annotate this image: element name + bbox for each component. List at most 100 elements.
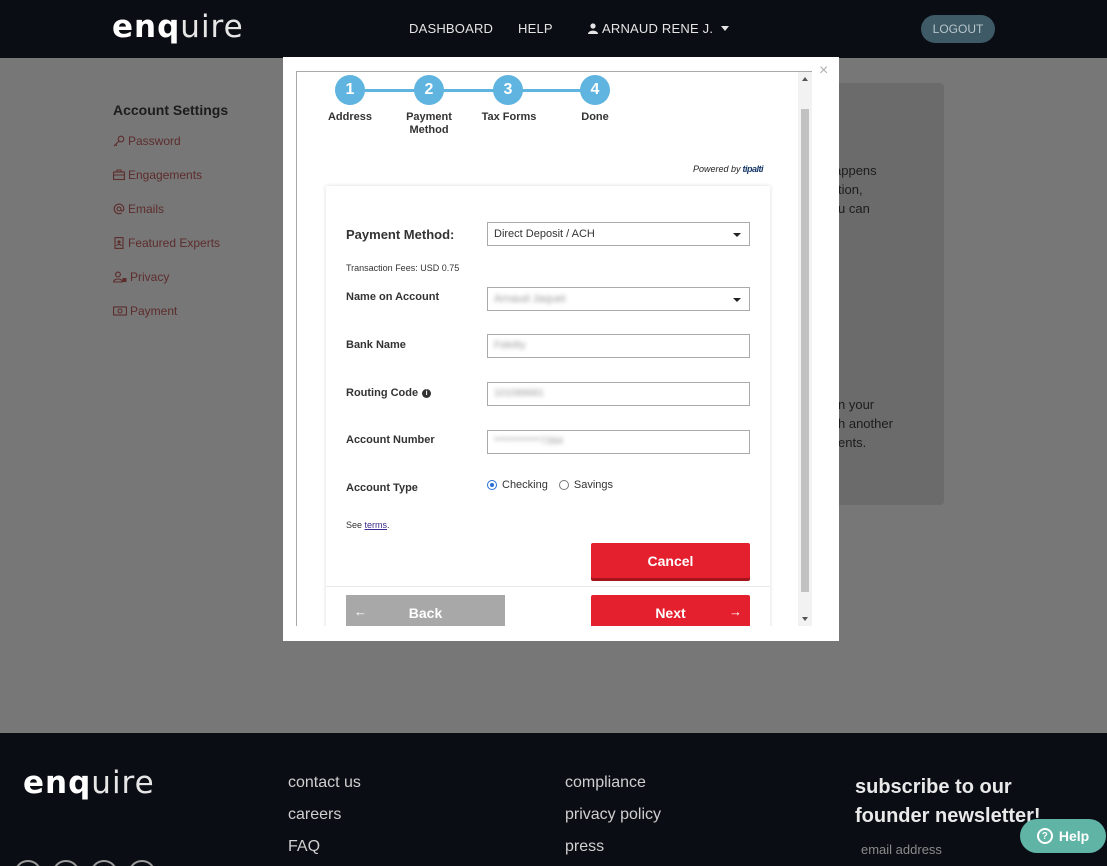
nav-help-link[interactable]: HELP — [518, 21, 553, 36]
help-chat-button[interactable]: ? Help — [1020, 819, 1106, 853]
social-icon[interactable] — [90, 860, 118, 866]
account-settings-title: Account Settings — [113, 102, 229, 118]
at-icon — [113, 203, 125, 215]
sidebar-item-privacy[interactable]: Privacy — [113, 270, 169, 284]
info-card-text: ents. — [838, 435, 867, 450]
user-menu[interactable]: ARNAUD RENE J. — [588, 21, 730, 36]
see-text: See — [346, 520, 363, 530]
logout-button[interactable]: LOGOUT — [921, 15, 995, 43]
sidebar-item-label: Password — [128, 134, 181, 148]
footer-link-press[interactable]: press — [565, 838, 604, 856]
badge-icon — [114, 237, 124, 249]
cancel-button[interactable]: Cancel — [591, 543, 750, 578]
payment-method-select[interactable]: Direct Deposit / ACH — [487, 222, 750, 246]
sidebar-item-featured-experts[interactable]: Featured Experts — [113, 236, 220, 250]
info-card-text: u can — [838, 201, 870, 216]
user-name: ARNAUD RENE J. — [602, 21, 714, 36]
sidebar-item-label: Featured Experts — [128, 236, 221, 250]
step-4-label: Done — [581, 111, 609, 123]
stepper-line — [350, 89, 595, 92]
nav-dashboard-link[interactable]: DASHBOARD — [409, 21, 493, 36]
account-number-input[interactable]: ************7394 — [487, 430, 750, 454]
bank-name-input[interactable]: Fidelity — [487, 334, 750, 358]
step-4-circle: 4 — [580, 75, 610, 105]
name-on-account-select[interactable]: Arnaud Jaquet — [487, 287, 750, 311]
sidebar-item-label: Payment — [130, 304, 178, 318]
social-icon[interactable] — [128, 860, 156, 866]
top-navbar: enquire DASHBOARD HELP ARNAUD RENE J. LO… — [0, 0, 1107, 58]
arrow-right-icon: → — [729, 604, 742, 619]
question-icon: ? — [1036, 828, 1053, 844]
sidebar-item-label: Engagements — [128, 168, 203, 182]
user-icon — [588, 23, 598, 34]
info-card-text: h another — [838, 416, 893, 431]
scrollbar-thumb[interactable] — [801, 109, 809, 592]
logo-text-thin: uire — [91, 765, 155, 801]
footer-link-faq[interactable]: FAQ — [288, 838, 320, 856]
routing-code-input[interactable]: 101089681 — [487, 382, 750, 406]
form-divider — [326, 586, 770, 587]
logo-text-bold: enq — [23, 765, 92, 801]
close-icon[interactable]: × — [819, 62, 828, 80]
info-card-text: appens — [834, 163, 877, 178]
account-number-value: ************7394 — [494, 436, 563, 447]
site-footer: enquire contact us careers FAQ complianc… — [0, 733, 1107, 866]
scroll-up-arrow-icon[interactable] — [802, 77, 808, 81]
checking-label[interactable]: Checking — [502, 479, 548, 491]
back-label: Back — [408, 605, 443, 621]
newsletter-email-input[interactable]: email address — [861, 842, 942, 857]
payment-method-label: Payment Method: — [346, 227, 455, 242]
terms-note: See terms. — [346, 520, 390, 530]
next-button[interactable]: Next → — [591, 595, 750, 626]
back-button[interactable]: ← Back — [346, 595, 505, 626]
scroll-down-arrow-icon[interactable] — [802, 617, 808, 621]
payment-method-value: Direct Deposit / ACH — [494, 228, 595, 240]
money-icon — [113, 306, 127, 316]
social-icon[interactable] — [14, 860, 42, 866]
key-icon — [113, 135, 125, 147]
transaction-fees: Transaction Fees: USD 0.75 — [346, 263, 460, 273]
enquire-logo[interactable]: enquire — [112, 9, 244, 45]
routing-code-label-row: Routing Code i — [346, 387, 432, 399]
name-on-account-value: Arnaud Jaquet — [494, 293, 566, 305]
sidebar-item-label: Emails — [128, 202, 165, 216]
savings-label[interactable]: Savings — [574, 479, 613, 491]
info-icon[interactable]: i — [422, 388, 432, 398]
terms-link[interactable]: terms — [365, 520, 388, 530]
user-lock-icon — [113, 271, 127, 283]
step-3-label: Tax Forms — [481, 111, 537, 123]
tipalti-logo: tipalti — [742, 164, 764, 174]
account-type-radios: Checking Savings — [487, 479, 613, 491]
footer-link-careers[interactable]: careers — [288, 806, 341, 824]
terms-period: . — [387, 520, 390, 530]
powered-by: Powered by tipalti — [693, 164, 764, 174]
sidebar-item-engagements[interactable]: Engagements — [113, 168, 202, 182]
routing-code-value: 101089681 — [494, 388, 545, 399]
checking-radio[interactable] — [487, 480, 497, 490]
account-type-label: Account Type — [346, 482, 418, 494]
chevron-down-icon — [733, 298, 741, 302]
logo-text-bold: enq — [112, 9, 181, 45]
social-icon[interactable] — [52, 860, 80, 866]
savings-radio[interactable] — [558, 480, 569, 490]
footer-link-contact[interactable]: contact us — [288, 774, 361, 792]
sidebar-item-emails[interactable]: Emails — [113, 202, 164, 216]
stepper: 1 2 3 4 Address Payment Method Tax Forms… — [297, 72, 797, 162]
step-2-circle: 2 — [414, 75, 444, 105]
chevron-down-icon — [721, 26, 730, 31]
footer-enquire-logo[interactable]: enquire — [23, 765, 155, 801]
payment-form: Payment Method: Direct Deposit / ACH Tra… — [326, 186, 770, 626]
footer-link-compliance[interactable]: compliance — [565, 774, 646, 792]
account-number-label: Account Number — [346, 434, 435, 446]
step-1-label: Address — [327, 111, 373, 123]
sidebar-item-password[interactable]: Password — [113, 134, 181, 148]
name-on-account-label: Name on Account — [346, 291, 440, 303]
sidebar-item-payment[interactable]: Payment — [113, 304, 177, 318]
bank-name-value: Fidelity — [494, 340, 526, 351]
chevron-down-icon — [733, 233, 741, 237]
sidebar-item-label: Privacy — [130, 270, 170, 284]
powered-by-text: Powered by — [693, 164, 741, 174]
footer-link-privacy-policy[interactable]: privacy policy — [565, 806, 661, 824]
bank-name-label: Bank Name — [346, 339, 406, 351]
routing-code-label: Routing Code — [346, 387, 419, 399]
